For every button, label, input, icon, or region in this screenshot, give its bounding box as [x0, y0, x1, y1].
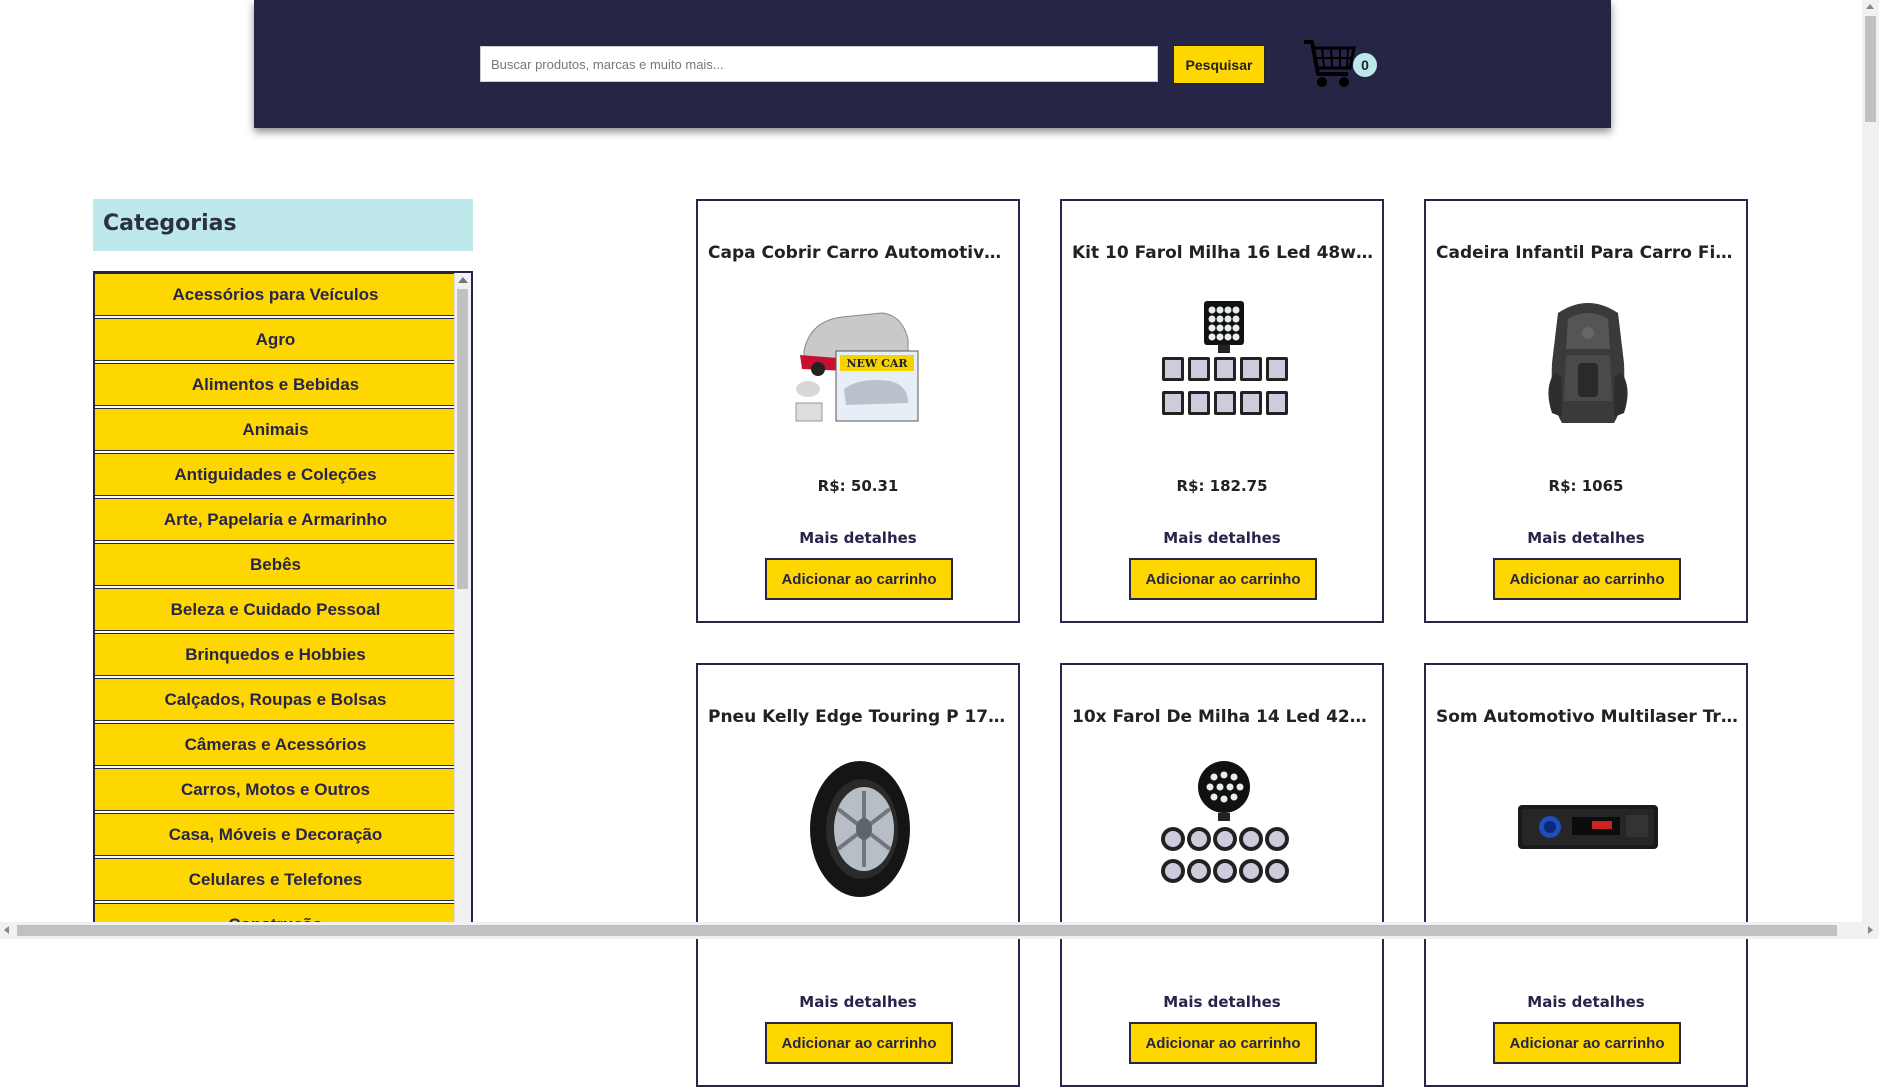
categories-header: Categorias [93, 199, 473, 251]
product-details-link[interactable]: Mais detalhes [1062, 529, 1382, 547]
product-title: Pneu Kelly Edge Touring P 175/70 R14 [708, 707, 1010, 727]
product-price: R$: 1065 [1548, 477, 1624, 495]
category-item[interactable]: Agro [95, 318, 457, 361]
search-button[interactable]: Pesquisar [1173, 45, 1265, 84]
search-input[interactable] [480, 46, 1158, 82]
car-cover-image: NEW CAR [795, 312, 919, 422]
category-item[interactable]: Bebês [95, 543, 457, 586]
scroll-right-icon[interactable] [1868, 926, 1873, 934]
product-card: Som Automotivo Multilaser Tripla Entrada… [1424, 663, 1748, 1087]
tire-image [810, 761, 910, 897]
product-card: Capa Cobrir Carro Automotiva Proteção So… [696, 199, 1020, 623]
product-card: Cadeira Infantil Para Carro Fisher-Price… [1424, 199, 1748, 623]
product-price: R$: 182.75 [1176, 477, 1268, 495]
shopping-cart-icon [1304, 40, 1356, 87]
categories-scrollbar[interactable] [454, 273, 471, 937]
product-details-link[interactable]: Mais detalhes [1426, 529, 1746, 547]
scrollbar-thumb[interactable] [17, 925, 1837, 936]
product-card: Kit 10 Farol Milha 16 Led 48w 12v 24v R$… [1060, 199, 1384, 623]
product-details-link[interactable]: Mais detalhes [1426, 993, 1746, 1011]
category-item[interactable]: Celulares e Telefones [95, 858, 457, 901]
categories-items: Acessórios para Veículos Agro Alimentos … [95, 273, 457, 937]
led-square-lights-image [1162, 301, 1288, 415]
product-card: Pneu Kelly Edge Touring P 175/70 R14 Mai… [696, 663, 1020, 1087]
product-price: R$: 50.31 [817, 477, 899, 495]
scroll-up-icon[interactable] [1866, 4, 1874, 9]
car-stereo-image [1518, 805, 1658, 849]
add-to-cart-button[interactable]: Adicionar ao carrinho [1129, 1022, 1317, 1064]
scrollbar-thumb[interactable] [1865, 16, 1876, 122]
category-item[interactable]: Beleza e Cuidado Pessoal [95, 588, 457, 631]
scrollbar-thumb[interactable] [457, 289, 468, 589]
top-header: Pesquisar 0 [254, 0, 1611, 128]
add-to-cart-button[interactable]: Adicionar ao carrinho [1129, 558, 1317, 600]
category-item[interactable]: Casa, Móveis e Decoração [95, 813, 457, 856]
categories-title: Categorias [103, 211, 237, 236]
scroll-up-icon[interactable] [458, 277, 468, 283]
page-vertical-scrollbar[interactable] [1862, 0, 1879, 922]
add-to-cart-button[interactable]: Adicionar ao carrinho [765, 558, 953, 600]
category-item[interactable]: Arte, Papelaria e Armarinho [95, 498, 457, 541]
add-to-cart-button[interactable]: Adicionar ao carrinho [765, 1022, 953, 1064]
page-horizontal-scrollbar[interactable] [0, 922, 1879, 939]
product-details-link[interactable]: Mais detalhes [698, 993, 1018, 1011]
product-title: 10x Farol De Milha 14 Led 42w Redondo [1072, 707, 1374, 727]
category-item[interactable]: Brinquedos e Hobbies [95, 633, 457, 676]
category-item[interactable]: Câmeras e Acessórios [95, 723, 457, 766]
product-title: Som Automotivo Multilaser Tripla Entrada [1436, 707, 1738, 727]
add-to-cart-button[interactable]: Adicionar ao carrinho [1493, 558, 1681, 600]
category-item[interactable]: Animais [95, 408, 457, 451]
scroll-left-icon[interactable] [4, 926, 9, 934]
product-details-link[interactable]: Mais detalhes [698, 529, 1018, 547]
categories-list[interactable]: Acessórios para Veículos Agro Alimentos … [93, 271, 473, 939]
product-card: 10x Farol De Milha 14 Led 42w Redondo Ma… [1060, 663, 1384, 1087]
svg-text:NEW CAR: NEW CAR [846, 357, 908, 370]
add-to-cart-button[interactable]: Adicionar ao carrinho [1493, 1022, 1681, 1064]
category-item[interactable]: Acessórios para Veículos [95, 273, 457, 316]
category-item[interactable]: Antiguidades e Coleções [95, 453, 457, 496]
product-title: Kit 10 Farol Milha 16 Led 48w 12v 24v [1072, 243, 1374, 263]
product-details-link[interactable]: Mais detalhes [1062, 993, 1382, 1011]
category-item[interactable]: Alimentos e Bebidas [95, 363, 457, 406]
product-title: Capa Cobrir Carro Automotiva Proteção So… [708, 243, 1010, 263]
product-title: Cadeira Infantil Para Carro Fisher-Price [1436, 243, 1738, 263]
category-item[interactable]: Carros, Motos e Outros [95, 768, 457, 811]
child-car-seat-image [1548, 303, 1628, 423]
category-item[interactable]: Calçados, Roupas e Bolsas [95, 678, 457, 721]
cart-count-badge: 0 [1353, 53, 1377, 77]
led-round-lights-image [1161, 761, 1289, 883]
